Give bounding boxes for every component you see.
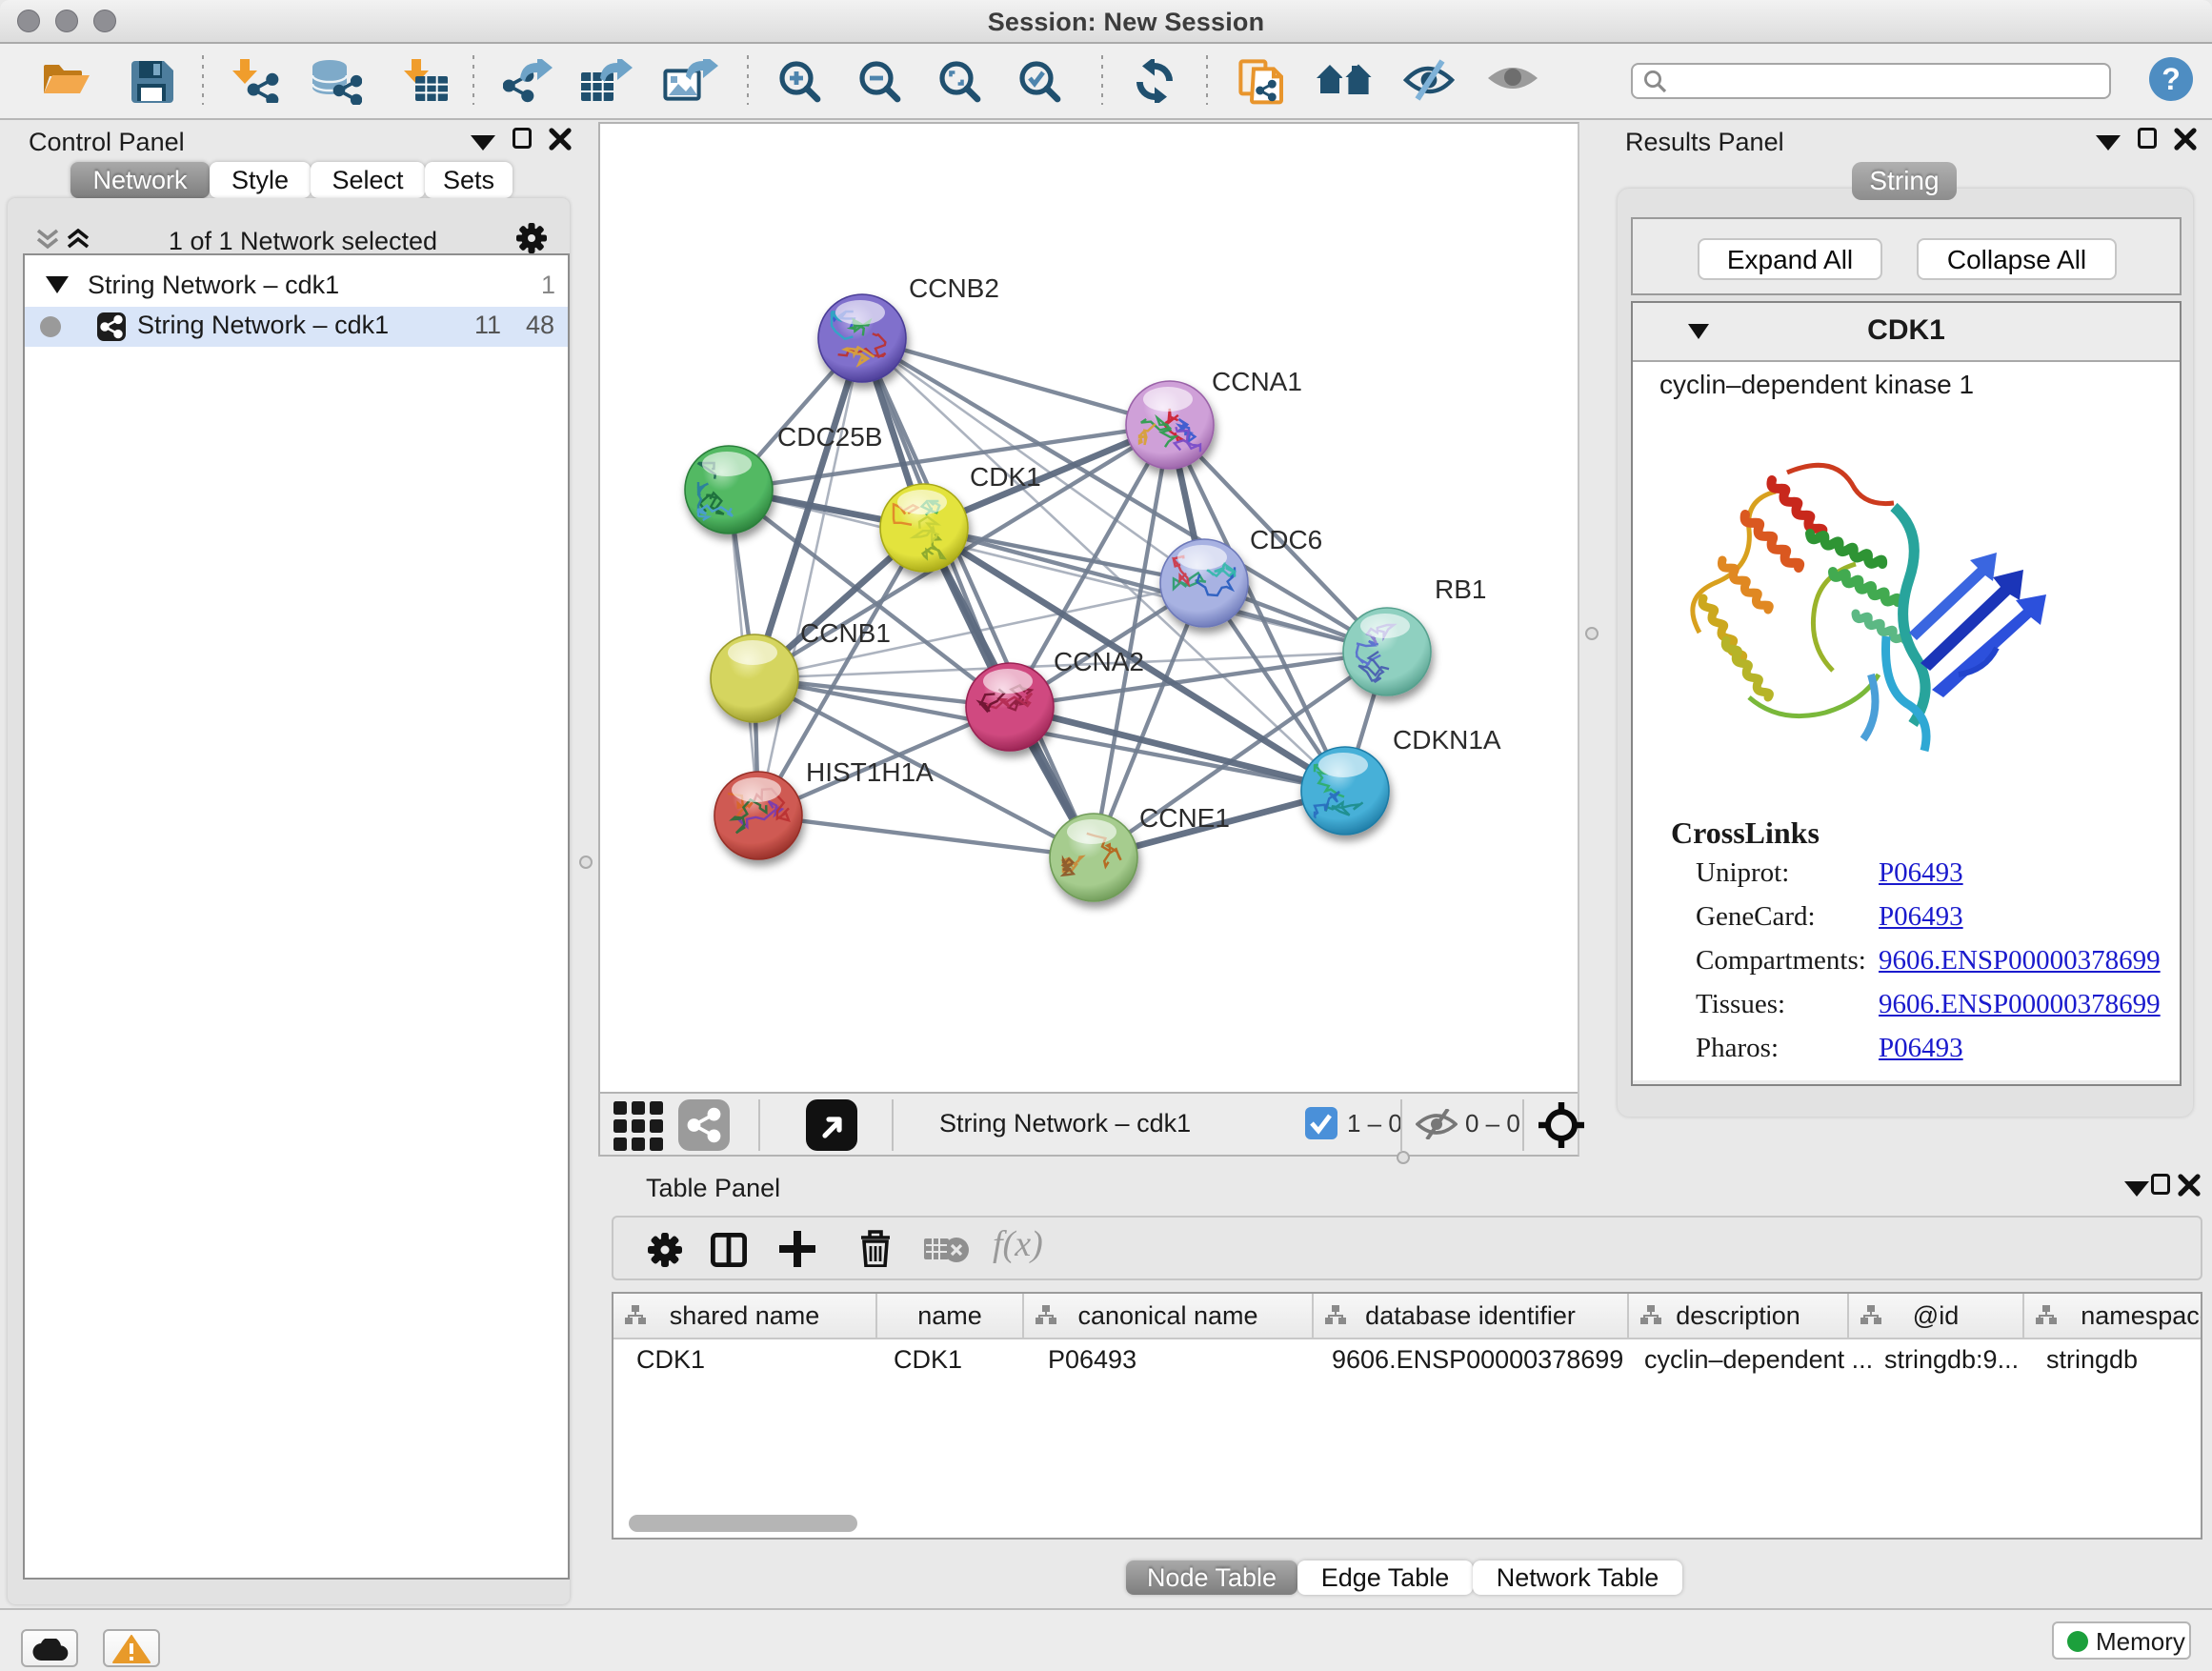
svg-text:?: ? <box>2162 62 2181 96</box>
svg-text:HIST1H1A: HIST1H1A <box>806 757 934 787</box>
svg-text:CCNA1: CCNA1 <box>1212 367 1302 396</box>
svg-text:CCNB1: CCNB1 <box>800 618 891 648</box>
svg-text:CCNE1: CCNE1 <box>1139 803 1230 833</box>
svg-text:CDK1: CDK1 <box>970 462 1041 492</box>
svg-text:RB1: RB1 <box>1435 574 1486 604</box>
svg-text:CCNA2: CCNA2 <box>1054 647 1144 676</box>
svg-text:CCNB2: CCNB2 <box>909 273 999 303</box>
svg-text:CDKN1A: CDKN1A <box>1393 725 1501 755</box>
svg-text:CDC25B: CDC25B <box>777 422 882 452</box>
svg-text:CDC6: CDC6 <box>1250 525 1322 554</box>
